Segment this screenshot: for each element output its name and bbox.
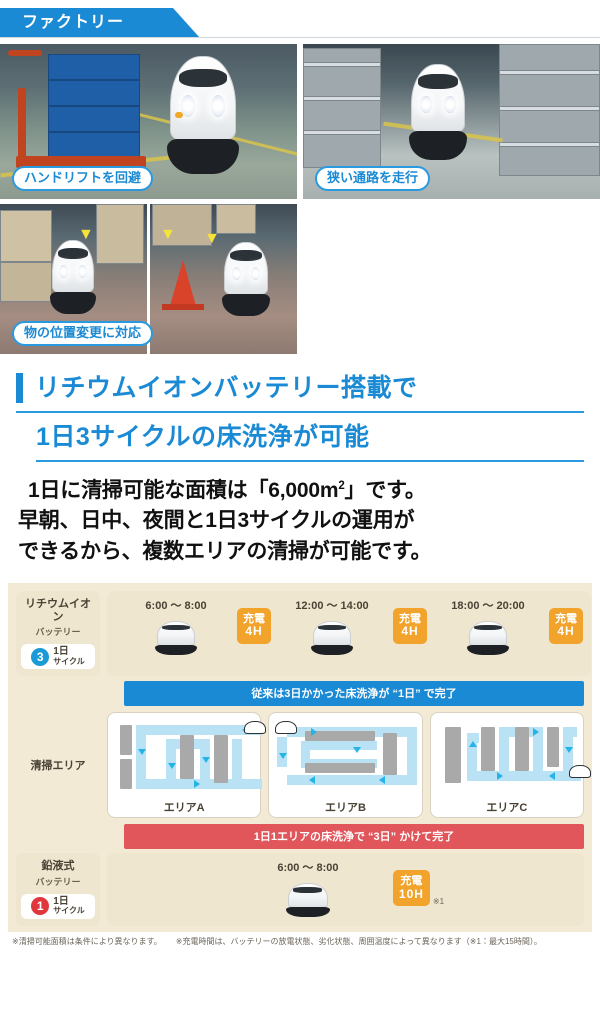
charge-hours: 10H [398, 886, 424, 901]
attention-arrow-icon: ▼ [204, 230, 220, 247]
body-copy-line-1-a: 1日に清掃可能な面積は「6,000m [28, 478, 339, 502]
charge-hours: 4H [245, 624, 263, 639]
area-name-c: エリアC [486, 802, 528, 815]
photo-narrow-aisle-driving: 狭い通路を走行 [303, 44, 600, 199]
heading-line-1: リチウムイオンバッテリー搭載で [35, 373, 418, 402]
lithium-slot-grid: 6:00 ～ 8:00 充電 4H 12:00 ～ 14:00 充電 4H 18… [115, 597, 583, 656]
lead-acid-summary-bar: 1日1エリアの床洗浄で “3日” かけて完了 [124, 824, 584, 850]
header-divider [0, 37, 600, 38]
robot-marker-icon [244, 721, 266, 735]
charge-note-mark: ※1 [432, 897, 445, 907]
lithium-slot-2-time: 12:00 ～ 14:00 [295, 600, 369, 613]
lithium-summary-bar: 従来は3日かかった床洗浄が “1日” で完了 [124, 681, 584, 707]
mini-robot-icon [427, 615, 549, 656]
lead-acid-cycle-count: 1 [31, 897, 50, 916]
feature-heading-block: リチウムイオンバッテリー搭載で 1日3サイクルの床洗浄が可能 [0, 359, 600, 462]
footnotes: ※清掃可能面積は条件により異なります。 ※充電時間は、バッテリーの放電状態、劣化状… [0, 932, 600, 947]
cleaning-area-row: 清掃エリア エリアA エリアB エリアC [16, 712, 591, 819]
robot-marker-icon [568, 765, 591, 779]
lithium-row: リチウムイオン バッテリー 3 1日 サイクル 6:00 ～ 8:00 充電 4… [16, 591, 591, 677]
lithium-slot-3: 18:00 ～ 20:00 [427, 597, 549, 656]
attention-arrow-icon: ▼ [78, 226, 94, 243]
body-copy-line-2: 早朝、日中、夜間と1日3サイクルの運用が [18, 509, 415, 533]
product-feature-page: ファクトリー ハンドリフトを回避 狭い通路を走行 ▼ ▼ ▼ 物の位置変更に対応… [0, 0, 600, 1034]
lithium-charge-badge-3: 充電 4H [549, 607, 583, 645]
charge-hours: 4H [401, 624, 419, 639]
photo-hand-lift-avoidance: ハンドリフトを回避 [0, 44, 297, 199]
robot-illustration [167, 56, 239, 174]
lithium-battery-sub: バッテリー [35, 627, 81, 638]
area-card-a: エリアA [107, 712, 266, 819]
photo-caption: 狭い通路を走行 [315, 165, 431, 191]
lead-acid-block: 1日1エリアの床洗浄で “3日” かけて完了 鉛液式 バッテリー 1 1日 サイ… [16, 824, 584, 926]
heading-line-2-row: 1日3サイクルの床洗浄が可能 [16, 413, 584, 460]
robot-marker-icon [275, 721, 298, 735]
mini-robot-icon [115, 615, 237, 656]
lead-acid-battery-card: 鉛液式 バッテリー 1 1日 サイクル [16, 853, 100, 926]
photo-gallery: ハンドリフトを回避 狭い通路を走行 ▼ ▼ ▼ 物の位置変更に対応 [0, 44, 600, 359]
header-banner: ファクトリー [0, 8, 200, 38]
lithium-battery-name: リチウムイオン [25, 598, 91, 623]
lithium-cycle-chip: 3 1日 サイクル [21, 644, 95, 670]
area-card-list: エリアA エリアB エリアC [107, 712, 591, 819]
body-copy-line-1-b: 」です。 [344, 478, 426, 502]
attention-arrow-icon: ▼ [160, 226, 176, 243]
photo-caption: 物の位置変更に対応 [12, 320, 154, 346]
body-copy-line-1: 1日に清掃可能な面積は「6,000m2」です。 [18, 476, 586, 506]
lithium-charge-badge-1: 充電 4H [237, 607, 271, 645]
section-header: ファクトリー [0, 0, 600, 44]
heading-line-2: 1日3サイクルの床洗浄が可能 [36, 423, 370, 451]
area-map-b [275, 719, 418, 797]
cleaning-area-label: 清掃エリア [30, 760, 86, 773]
battery-cycle-infographic: リチウムイオン バッテリー 3 1日 サイクル 6:00 ～ 8:00 充電 4… [8, 583, 592, 932]
lithium-slot-1: 6:00 ～ 8:00 [115, 597, 237, 656]
area-map-a [114, 719, 266, 797]
photo-row-top: ハンドリフトを回避 狭い通路を走行 [0, 44, 600, 204]
lithium-schedule: 6:00 ～ 8:00 充電 4H 12:00 ～ 14:00 充電 4H 18… [107, 591, 591, 677]
mini-robot-icon [247, 877, 369, 918]
body-copy: 1日に清掃可能な面積は「6,000m2」です。 早朝、日中、夜間と1日3サイクル… [0, 462, 600, 579]
body-copy-line-3: できるから、複数エリアの清掃が可能です。 [18, 539, 432, 563]
area-map-c [437, 719, 591, 797]
lead-acid-row: 鉛液式 バッテリー 1 1日 サイクル 6:00 ～ 8:00 充電 10H ※… [16, 853, 584, 926]
lead-acid-slot-1-time: 6:00 ～ 8:00 [277, 862, 339, 875]
lithium-battery-card: リチウムイオン バッテリー 3 1日 サイクル [16, 591, 100, 677]
mini-robot-icon [271, 615, 393, 656]
lead-acid-slot-grid: 6:00 ～ 8:00 充電 10H ※1 [115, 859, 576, 918]
lithium-charge-badge-2: 充電 4H [393, 607, 427, 645]
lithium-slot-3-time: 18:00 ～ 20:00 [451, 600, 525, 613]
area-name-b: エリアB [325, 802, 366, 815]
lead-acid-battery-sub: バッテリー [35, 876, 81, 887]
photo-object-relocation-response: ▼ ▼ ▼ 物の位置変更に対応 [0, 204, 297, 354]
area-card-c: エリアC [429, 712, 591, 819]
footnote-2: ※充電時間は、バッテリーの放電状態、劣化状態、周囲温度によって異なります（※1：… [175, 936, 542, 946]
header-title: ファクトリー [22, 14, 125, 31]
lead-acid-charge-badge: 充電 10H [392, 870, 430, 907]
area-name-a: エリアA [163, 802, 205, 815]
heading-line-1-row: リチウムイオンバッテリー搭載で [16, 373, 584, 411]
photo-caption: ハンドリフトを回避 [12, 165, 154, 191]
robot-illustration [222, 242, 270, 316]
robot-illustration [50, 240, 96, 314]
charge-hours: 4H [557, 624, 575, 639]
lead-acid-battery-name: 鉛液式 [41, 860, 75, 873]
lithium-cycle-count: 3 [31, 647, 50, 666]
lithium-slot-2: 12:00 ～ 14:00 [271, 597, 393, 656]
lead-acid-cycle-label: サイクル [53, 906, 85, 916]
photo-row-bottom: ▼ ▼ ▼ 物の位置変更に対応 [0, 204, 600, 359]
footnote-1: ※清掃可能面積は条件により異なります。 [12, 936, 162, 946]
area-card-b: エリアB [268, 712, 423, 819]
lithium-slot-1-time: 6:00 ～ 8:00 [145, 600, 207, 613]
robot-illustration [408, 64, 468, 160]
charge-label: 充電 [400, 875, 423, 888]
heading-accent-bar [16, 373, 23, 403]
lithium-cycle-label: サイクル [53, 656, 85, 666]
lead-acid-cycle-chip: 1 1日 サイクル [21, 893, 95, 919]
lead-acid-slot-1: 6:00 ～ 8:00 [247, 859, 369, 918]
lead-acid-schedule: 6:00 ～ 8:00 充電 10H ※1 [107, 853, 584, 926]
